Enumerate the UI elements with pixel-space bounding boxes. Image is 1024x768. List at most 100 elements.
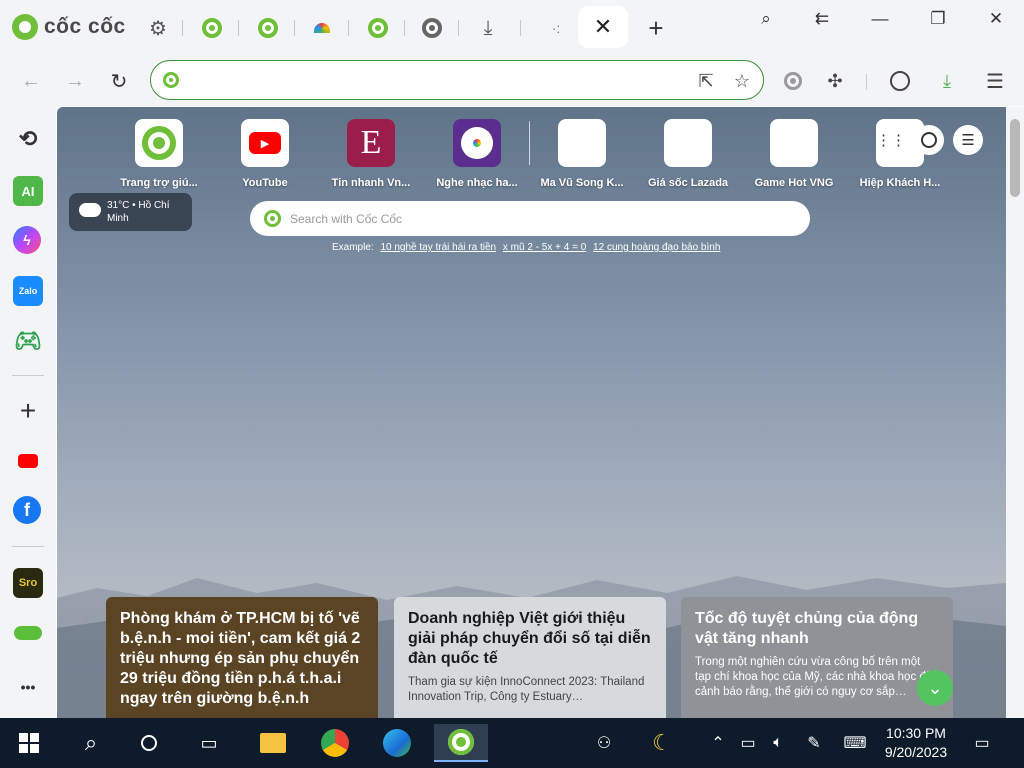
toolbar-divider: [866, 74, 867, 90]
arrow-right-icon: →: [65, 69, 85, 92]
sidebar-more-button[interactable]: •••: [13, 672, 43, 702]
restore-button[interactable]: ❐: [918, 8, 958, 30]
example-link[interactable]: x mũ 2 - 5x + 4 = 0: [503, 242, 586, 253]
address-bar[interactable]: ⇱ ☆: [150, 60, 764, 100]
customize-button[interactable]: ☰: [953, 125, 983, 155]
extensions-button[interactable]: ✣: [822, 68, 848, 94]
speed-dial-item[interactable]: Nghe nhạc ha...: [428, 119, 526, 189]
tab-settings[interactable]: ⚙: [144, 14, 172, 42]
speed-dial-label: YouTube: [242, 177, 288, 189]
tab-coccoc-3[interactable]: [364, 14, 392, 42]
restore-icon: ❐: [930, 9, 946, 28]
search-examples: Example: 10 nghề tay trái hái ra tiền x …: [332, 242, 720, 253]
search-box[interactable]: [250, 201, 810, 236]
coccoc-taskbar-button[interactable]: [434, 724, 488, 762]
tab-loading[interactable]: ·:: [542, 14, 570, 42]
news-card[interactable]: Tốc độ tuyệt chủng của động vật tăng nha…: [681, 597, 953, 718]
scroll-down-button[interactable]: ⌄: [917, 670, 953, 706]
sidebar-item-game2[interactable]: [13, 618, 43, 648]
user-icon: [890, 71, 910, 91]
speed-dial-item[interactable]: E Tin nhanh Vn...: [322, 119, 420, 189]
edge-icon: [383, 729, 411, 757]
night-light-button[interactable]: ☾: [650, 730, 674, 755]
minimize-button[interactable]: —: [860, 8, 900, 30]
account-button[interactable]: [914, 125, 944, 155]
search-button[interactable]: ⌕: [70, 724, 112, 762]
sidebar-item-messenger[interactable]: ϟ: [13, 226, 41, 254]
bookmark-button[interactable]: ☆: [731, 70, 753, 92]
notifications-button[interactable]: ▭: [970, 732, 994, 754]
scrollbar-thumb[interactable]: [1010, 119, 1020, 197]
speed-dial-item[interactable]: Giá sốc Lazada: [639, 119, 737, 189]
speed-dial-item[interactable]: ▶ YouTube: [216, 119, 314, 189]
sidebar-divider: [12, 375, 44, 376]
arrow-left-icon: ←: [21, 69, 41, 92]
example-link[interactable]: 10 nghề tay trái hái ra tiền: [380, 242, 496, 253]
chrome-button[interactable]: [314, 724, 356, 762]
tab-active-close[interactable]: ✕: [578, 6, 628, 48]
sidebar-item-facebook[interactable]: f: [13, 496, 41, 524]
apps-grid-button[interactable]: ⋮⋮: [876, 125, 906, 155]
coccoc-icon: [448, 729, 474, 755]
new-tab-button[interactable]: +: [640, 12, 672, 44]
page-scrollbar[interactable]: [1006, 107, 1024, 718]
news-card[interactable]: Doanh nghiệp Việt giới thiệu giải pháp c…: [394, 597, 666, 718]
news-summary: Tham gia sự kiện InnoConnect 2023: Thail…: [408, 676, 645, 703]
show-hidden-icons-button[interactable]: ⌃: [706, 732, 730, 754]
broken-image-icon: [770, 119, 818, 167]
downloads-button[interactable]: ⤓: [934, 68, 960, 94]
loading-icon: ·:: [551, 20, 561, 36]
search-input[interactable]: [290, 209, 790, 229]
tab-separator: [520, 20, 521, 36]
edge-button[interactable]: [376, 724, 418, 762]
sidebar-item-zalo[interactable]: Zalo: [13, 276, 43, 306]
sidebar-item-history[interactable]: ⟲: [13, 124, 43, 154]
address-input[interactable]: [187, 70, 687, 90]
browser-brand[interactable]: cốc cốc: [12, 14, 126, 40]
example-link[interactable]: 12 cung hoàng đạo bảo bình: [593, 242, 720, 253]
tab-coccoc-2[interactable]: [254, 14, 282, 42]
tab-coccoc-gray[interactable]: [418, 14, 446, 42]
forward-button[interactable]: →: [62, 68, 88, 94]
sidebar-item-sro[interactable]: Sro: [13, 568, 43, 598]
facebook-icon: f: [24, 499, 30, 520]
file-explorer-button[interactable]: [252, 724, 294, 762]
tab-rainbow[interactable]: [308, 14, 336, 42]
weather-widget[interactable]: 31°C • Hồ Chí Minh: [69, 193, 192, 231]
sidebar-item-games[interactable]: 🎮︎: [13, 326, 43, 356]
speaker-muted-icon: 🔈︎: [773, 734, 783, 751]
tab-search-button[interactable]: ⇇: [802, 8, 842, 30]
tab-coccoc-1[interactable]: [198, 14, 226, 42]
tab-downloads[interactable]: ⤓: [474, 14, 502, 42]
sro-game-icon: Sro: [18, 577, 38, 589]
start-button[interactable]: [8, 724, 50, 762]
speed-dial-item[interactable]: Ma Vũ Song K...: [533, 119, 631, 189]
network-button[interactable]: ▭: [736, 732, 760, 754]
hamburger-icon: ☰: [986, 70, 1004, 93]
news-card[interactable]: Phòng khám ở TP.HCM bị tố 'vẽ b.ệ.n.h - …: [106, 597, 378, 718]
profile-button[interactable]: [887, 68, 913, 94]
cortana-button[interactable]: [128, 724, 170, 762]
sidebar-item-youtube[interactable]: [13, 446, 43, 476]
adblock-button[interactable]: [780, 68, 806, 94]
volume-button[interactable]: 🔈︎: [766, 732, 790, 754]
speed-dial-item[interactable]: Game Hot VNG: [745, 119, 843, 189]
pen-button[interactable]: ✎: [802, 732, 826, 754]
back-button[interactable]: ←: [18, 68, 44, 94]
share-button[interactable]: ⇱: [695, 70, 717, 92]
touch-keyboard-button[interactable]: ⌨: [840, 732, 870, 754]
menu-button[interactable]: ☰: [982, 68, 1008, 94]
tab-separator: [182, 20, 183, 36]
window-close-button[interactable]: ✕: [976, 8, 1016, 30]
speed-dial-item[interactable]: Trang trợ giú...: [110, 119, 208, 189]
system-clock[interactable]: 10:30 PM 9/20/2023: [874, 724, 958, 762]
task-view-button[interactable]: ▭: [188, 724, 230, 762]
sidebar-item-ai[interactable]: AI: [13, 176, 43, 206]
reload-button[interactable]: ↻: [106, 68, 132, 94]
close-icon[interactable]: ✕: [594, 14, 612, 40]
screen-capture-button[interactable]: ⌕: [746, 8, 786, 30]
music-icon: [453, 119, 501, 167]
sidebar-add-button[interactable]: +: [13, 395, 43, 426]
people-button[interactable]: ⚇: [592, 732, 616, 754]
game-logo-icon: [14, 626, 42, 640]
